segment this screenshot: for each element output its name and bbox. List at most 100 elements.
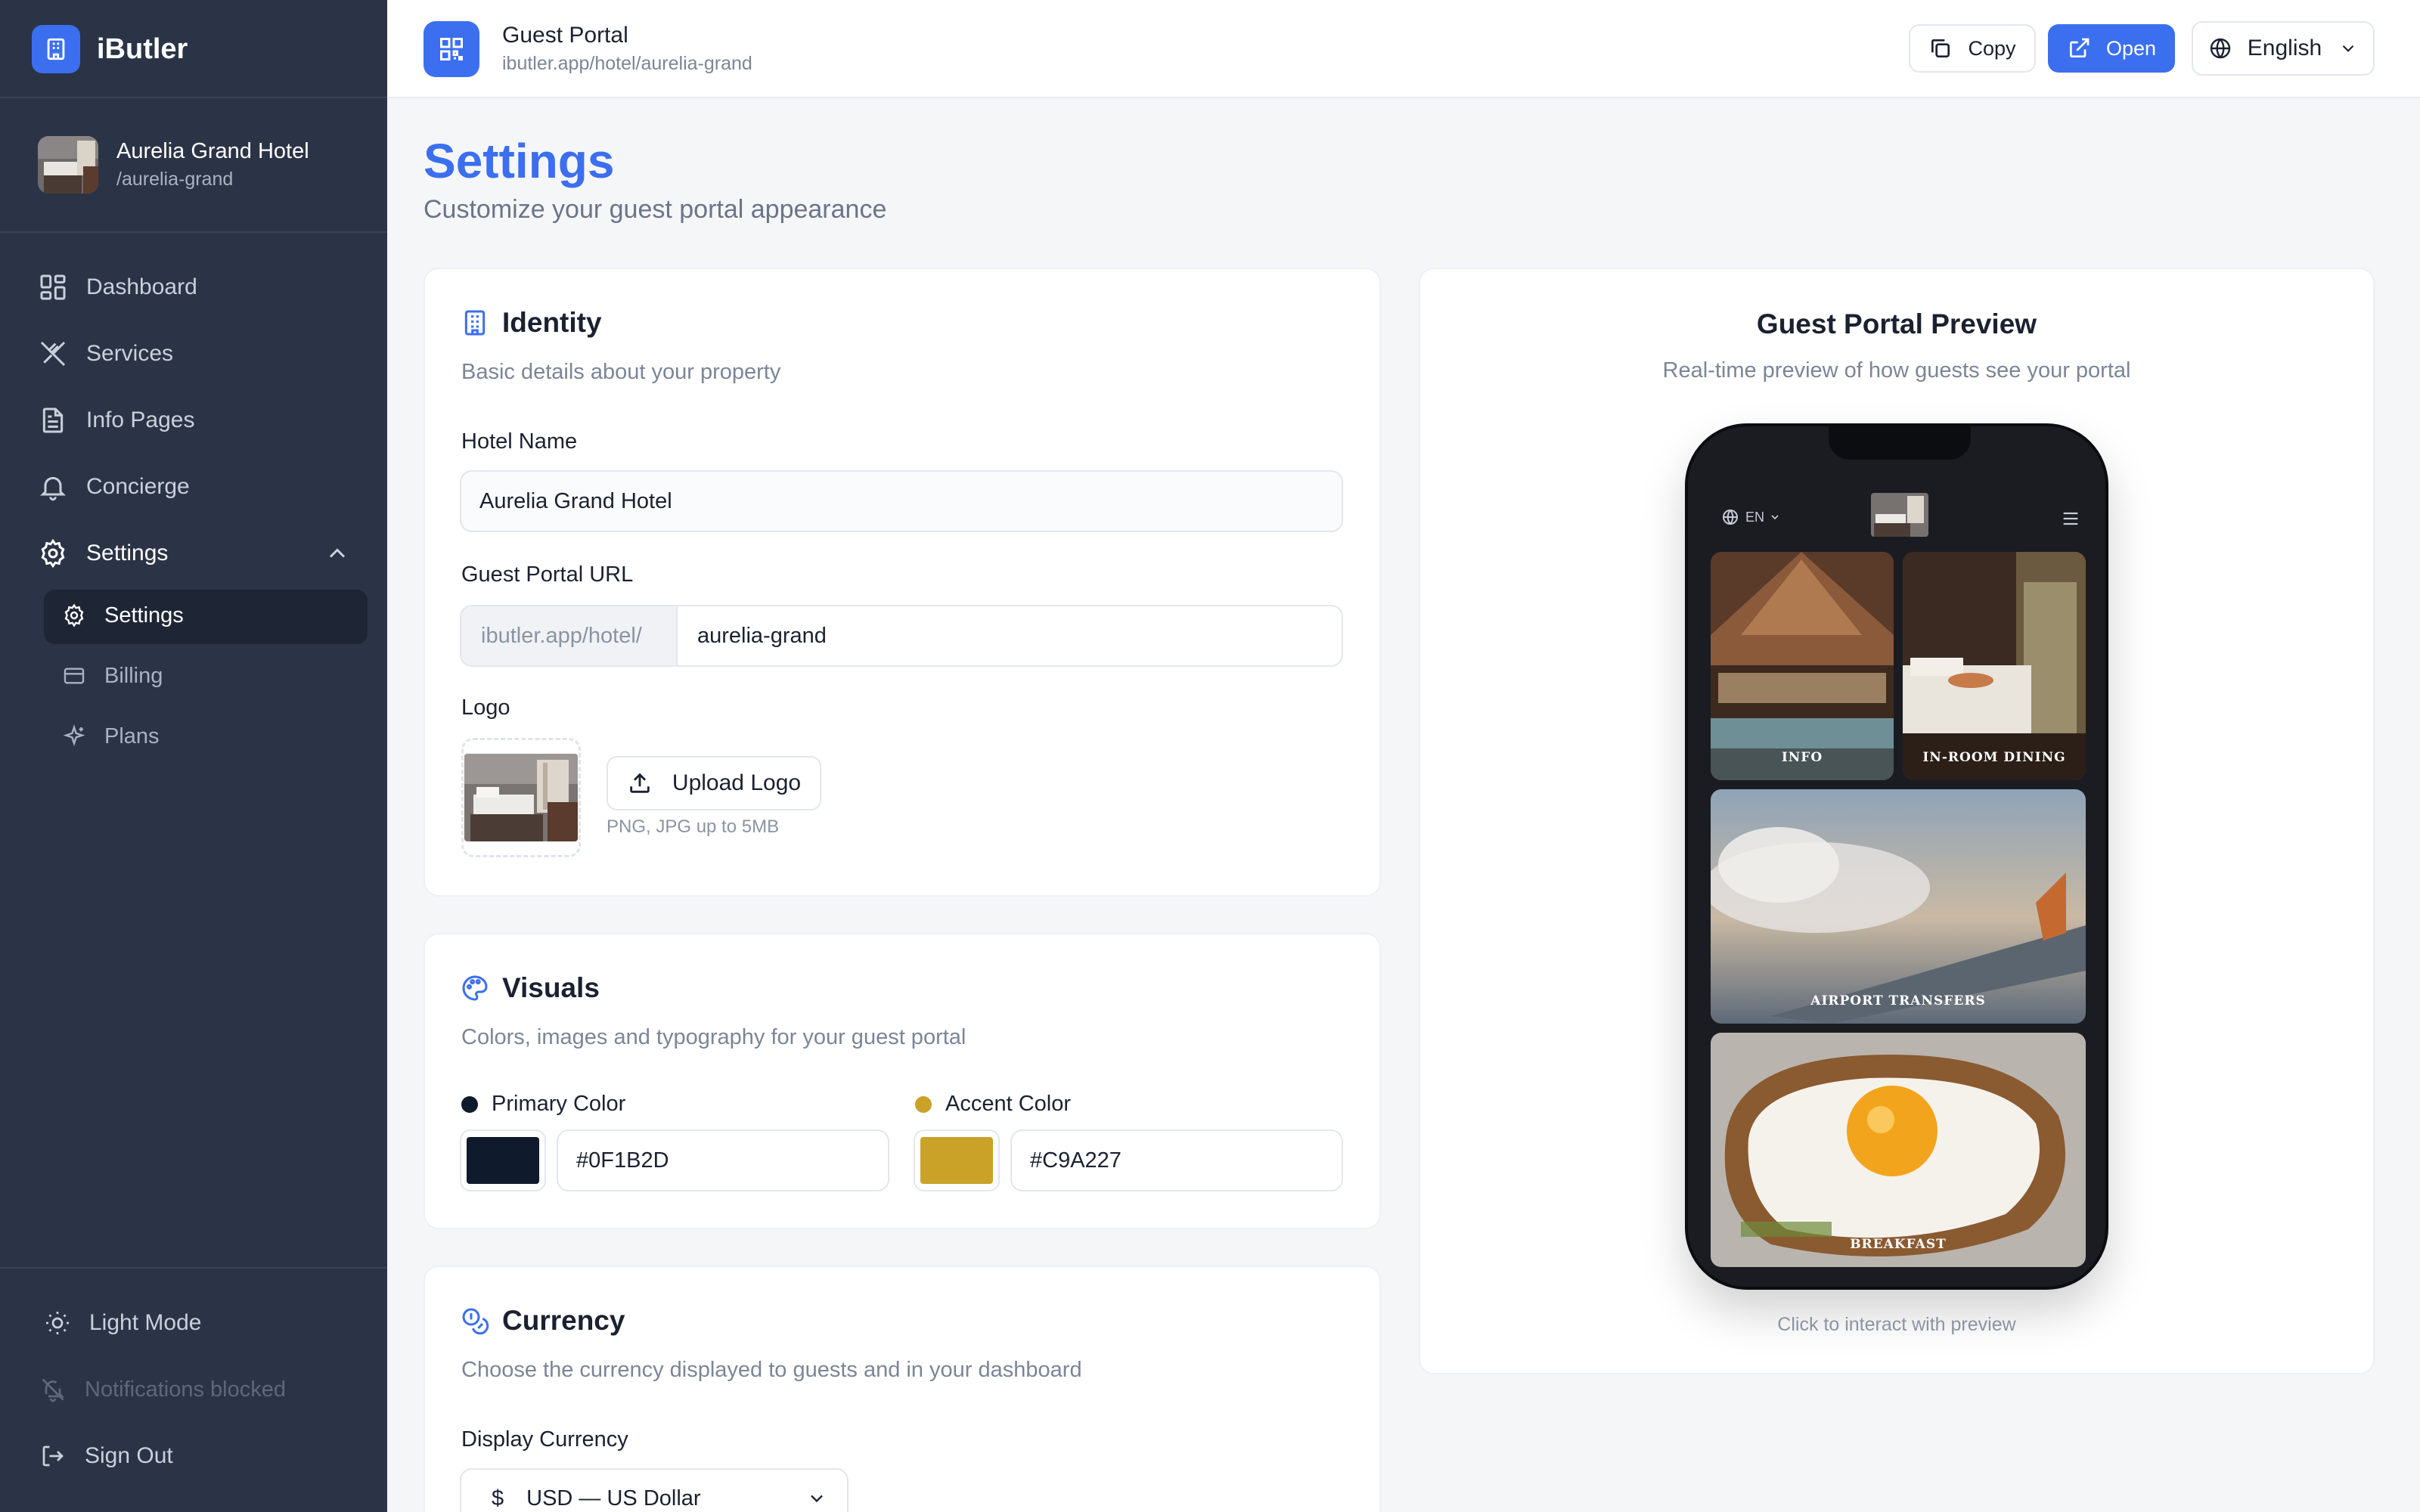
portal-url-field[interactable]: aurelia-grand [676,605,1343,667]
phone-notch [1829,426,1971,460]
phone-preview[interactable]: EN INFO IN-ROOM DINING AIRPORT TRANSFERS… [1685,423,2108,1290]
nav-concierge-label: Concierge [86,474,190,499]
tile-info[interactable]: INFO [1711,552,1894,780]
primary-color-dot [461,1095,478,1113]
upload-hint: PNG, JPG up to 5MB [607,816,780,837]
portal-url-label: Guest Portal URL [461,562,634,587]
nav-settings-label: Settings [86,541,169,565]
identity-header: Identity [460,307,602,339]
tile-breakfast-label: BREAKFAST [1850,1237,1947,1252]
language-select[interactable]: English [2192,21,2375,76]
preview-hint: Click to interact with preview [1777,1314,2016,1335]
hotel-name: Aurelia Grand Hotel [116,139,309,163]
qr-code-icon [424,21,479,77]
primary-color-picker[interactable] [460,1129,546,1191]
hotel-slug: /aurelia-grand [116,169,234,190]
currency-select[interactable]: $ USD — US Dollar [460,1468,849,1512]
bell-icon [36,470,70,503]
copy-label: Copy [1968,36,2016,60]
hotel-switcher[interactable]: Aurelia Grand Hotel /aurelia-grand [38,136,309,194]
sidebar-divider [0,231,387,233]
tile-airport-transfers[interactable]: AIRPORT TRANSFERS [1711,789,2086,1024]
upload-logo-button[interactable]: Upload Logo [607,756,821,810]
tile-in-room-dining-image [1903,552,2086,780]
portal-title: Guest Portal [502,23,628,48]
globe-icon [2210,38,2230,59]
preview-title: Guest Portal Preview [1756,308,2037,339]
brand-logo-icon [32,25,80,73]
sun-icon [42,1308,73,1338]
copy-icon [1931,39,1950,57]
tile-info-label: INFO [1781,750,1823,765]
sidebar: iButler Aurelia Grand Hotel /aurelia-gra… [0,0,387,1512]
dashboard-icon [36,271,70,304]
sign-out-button[interactable]: Sign Out [38,1441,173,1471]
tile-in-room-dining[interactable]: IN-ROOM DINING [1903,552,2086,780]
portal-url-prefix: ibutler.app/hotel/ [460,605,676,667]
phone-language-label: EN [1745,509,1765,525]
nav-concierge[interactable]: Concierge [36,470,190,503]
phone-header: EN [1688,472,2105,555]
sub-nav-billing-label: Billing [104,663,163,688]
hotel-avatar [38,136,98,194]
sub-nav-settings-label: Settings [104,603,184,627]
external-link-icon [2069,38,2090,57]
visuals-title: Visuals [502,972,600,1003]
globe-icon [1723,510,1738,525]
nav-dashboard[interactable]: Dashboard [36,271,197,304]
currency-value: USD — US Dollar [526,1486,701,1510]
nav-services-label: Services [86,341,174,366]
primary-color-field[interactable]: #0F1B2D [557,1129,889,1191]
gear-icon [36,537,70,570]
visuals-desc: Colors, images and typography for your g… [461,1025,966,1049]
nav-services[interactable]: Services [36,337,173,370]
tile-in-room-dining-label: IN-ROOM DINING [1922,750,2066,765]
upload-logo-label: Upload Logo [672,770,802,795]
sparkles-icon [60,723,88,750]
sidebar-divider [0,97,387,98]
notifications-label: Notifications blocked [85,1377,286,1402]
copy-button[interactable]: Copy [1909,24,2036,73]
sub-nav-plans[interactable]: Plans [60,723,160,750]
palette-icon [462,975,488,1001]
chevron-down-icon [1771,515,1779,520]
coins-icon [462,1308,489,1335]
utensils-icon [36,337,70,370]
primary-color-label-text: Primary Color [492,1092,626,1116]
sub-nav-billing[interactable]: Billing [60,662,163,689]
tile-breakfast[interactable]: BREAKFAST [1711,1033,2086,1267]
sub-nav-settings[interactable]: Settings [60,602,184,629]
logo-dropzone[interactable] [461,738,581,857]
primary-color-label: Primary Color [461,1092,625,1117]
nav-settings[interactable]: Settings [36,537,168,570]
phone-language-switch[interactable]: EN [1721,508,1787,526]
accent-color-label-text: Accent Color [945,1092,1072,1116]
preview-desc: Real-time preview of how guests see your… [1662,358,2131,383]
tile-airport-transfers-label: AIRPORT TRANSFERS [1810,993,1986,1009]
nav-info-pages[interactable]: Info Pages [36,404,194,437]
accent-color-picker[interactable] [914,1129,1000,1191]
menu-icon[interactable] [2060,508,2081,529]
tile-airport-transfers-image [1711,789,2086,1024]
sub-nav-plans-label: Plans [104,723,160,748]
open-button[interactable]: Open [2048,24,2175,73]
open-label: Open [2105,36,2157,60]
display-currency-label: Display Currency [461,1427,628,1452]
accent-color-label: Accent Color [915,1092,1071,1117]
hotel-name-field[interactable]: Aurelia Grand Hotel [460,470,1343,532]
light-mode-label: Light Mode [89,1310,202,1335]
accent-color-field[interactable]: #C9A227 [1010,1129,1343,1191]
primary-color-swatch [467,1137,539,1184]
page-title: Settings [424,134,615,188]
credit-card-icon [60,662,88,689]
tile-breakfast-image [1711,1033,2086,1267]
logo-image [464,754,578,841]
chevron-up-icon[interactable] [324,540,351,567]
notifications-status[interactable]: Notifications blocked [38,1374,286,1405]
brand[interactable]: iButler [32,25,188,73]
page-subtitle: Customize your guest portal appearance [424,195,887,224]
brand-name: iButler [97,33,188,65]
visuals-header: Visuals [460,972,600,1004]
light-mode-toggle[interactable]: Light Mode [42,1308,201,1338]
identity-title: Identity [502,307,602,338]
